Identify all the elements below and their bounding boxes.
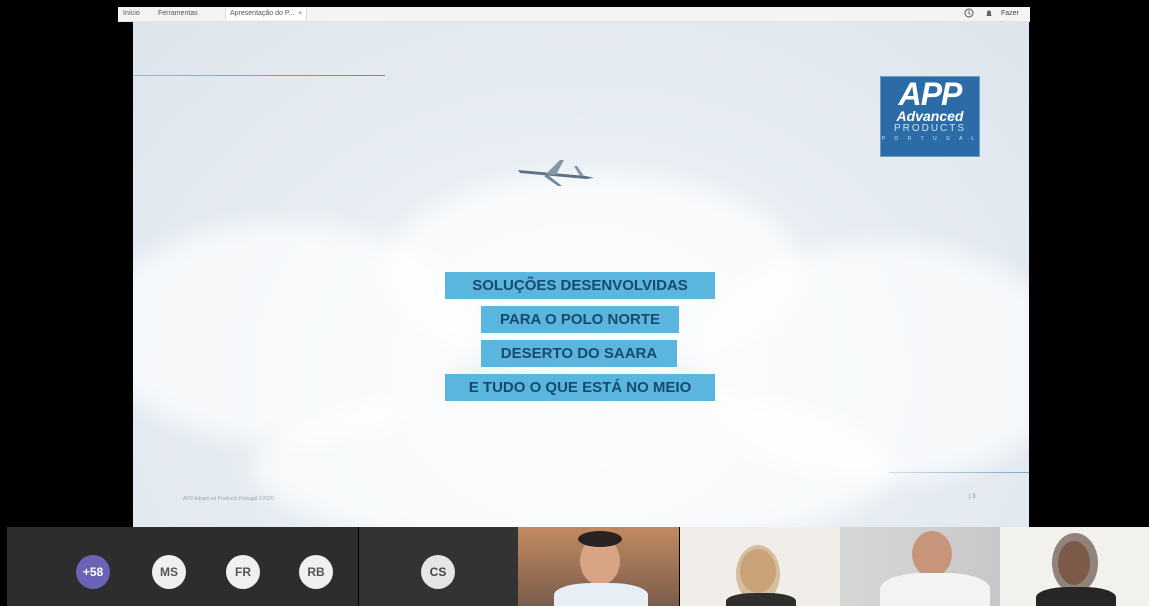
tab-presentation[interactable]: Apresentação do P... × [225, 8, 307, 20]
logo-app-text: APP [898, 76, 963, 112]
headline-line-1: SOLUÇÕES DESENVOLVIDAS [445, 272, 715, 299]
participant-shirt [880, 573, 990, 606]
participant-shirt [554, 583, 648, 606]
video-tile-participant-2[interactable] [680, 527, 840, 606]
participant-tile-cs[interactable]: CS [359, 527, 518, 606]
participant-avatar-ms[interactable]: MS [152, 555, 186, 589]
airplane-icon [518, 160, 594, 186]
signin-link[interactable]: Fazer log [1001, 8, 1030, 29]
participant-face [912, 531, 952, 577]
tab-bar: Início Ferramentas Apresentação do P... ×… [118, 7, 1030, 29]
participant-shirt [1036, 587, 1116, 606]
close-icon[interactable]: × [298, 11, 302, 17]
video-tile-participant-4[interactable] [1000, 527, 1149, 606]
headline-line-3: DESERTO DO SAARA [481, 340, 677, 367]
slide-footer: APP Advanced Products Portugal ©2020 [183, 496, 274, 502]
logo-advanced-text: Advanced [896, 108, 964, 124]
slide-page-number: | 3 [969, 494, 976, 500]
participant-shirt [726, 593, 796, 606]
tab-presentation-label: Apresentação do P... [230, 10, 295, 17]
participant-avatar-rb[interactable]: RB [299, 555, 333, 589]
decorative-line [889, 472, 1029, 473]
headline-line-2: PARA O POLO NORTE [481, 306, 679, 333]
participant-hair [1052, 533, 1098, 593]
participant-hair [578, 531, 622, 547]
decorative-line [133, 75, 385, 76]
help-icon[interactable] [964, 8, 974, 20]
headline-line-4: E TUDO O QUE ESTÁ NO MEIO [445, 374, 715, 401]
participant-avatar-cs: CS [421, 555, 455, 589]
overflow-participants-avatar[interactable]: +58 [76, 555, 110, 589]
presentation-slide: APP Advanced PRODUCTS P O R T U G A L SO… [133, 22, 1029, 527]
logo-products-text: PRODUCTS [893, 123, 967, 134]
app-logo: APP Advanced PRODUCTS P O R T U G A L [880, 76, 980, 157]
bell-icon[interactable] [984, 8, 994, 20]
tab-inicio[interactable]: Início [123, 10, 140, 17]
video-tile-participant-1[interactable] [518, 527, 679, 606]
video-tile-participant-3[interactable] [840, 527, 1000, 606]
tab-ferramentas[interactable]: Ferramentas [158, 10, 198, 17]
logo-portugal-text: P O R T U G A L [881, 136, 979, 142]
participant-avatar-fr[interactable]: FR [226, 555, 260, 589]
participants-bar: +58 MS FR RB [7, 527, 358, 606]
